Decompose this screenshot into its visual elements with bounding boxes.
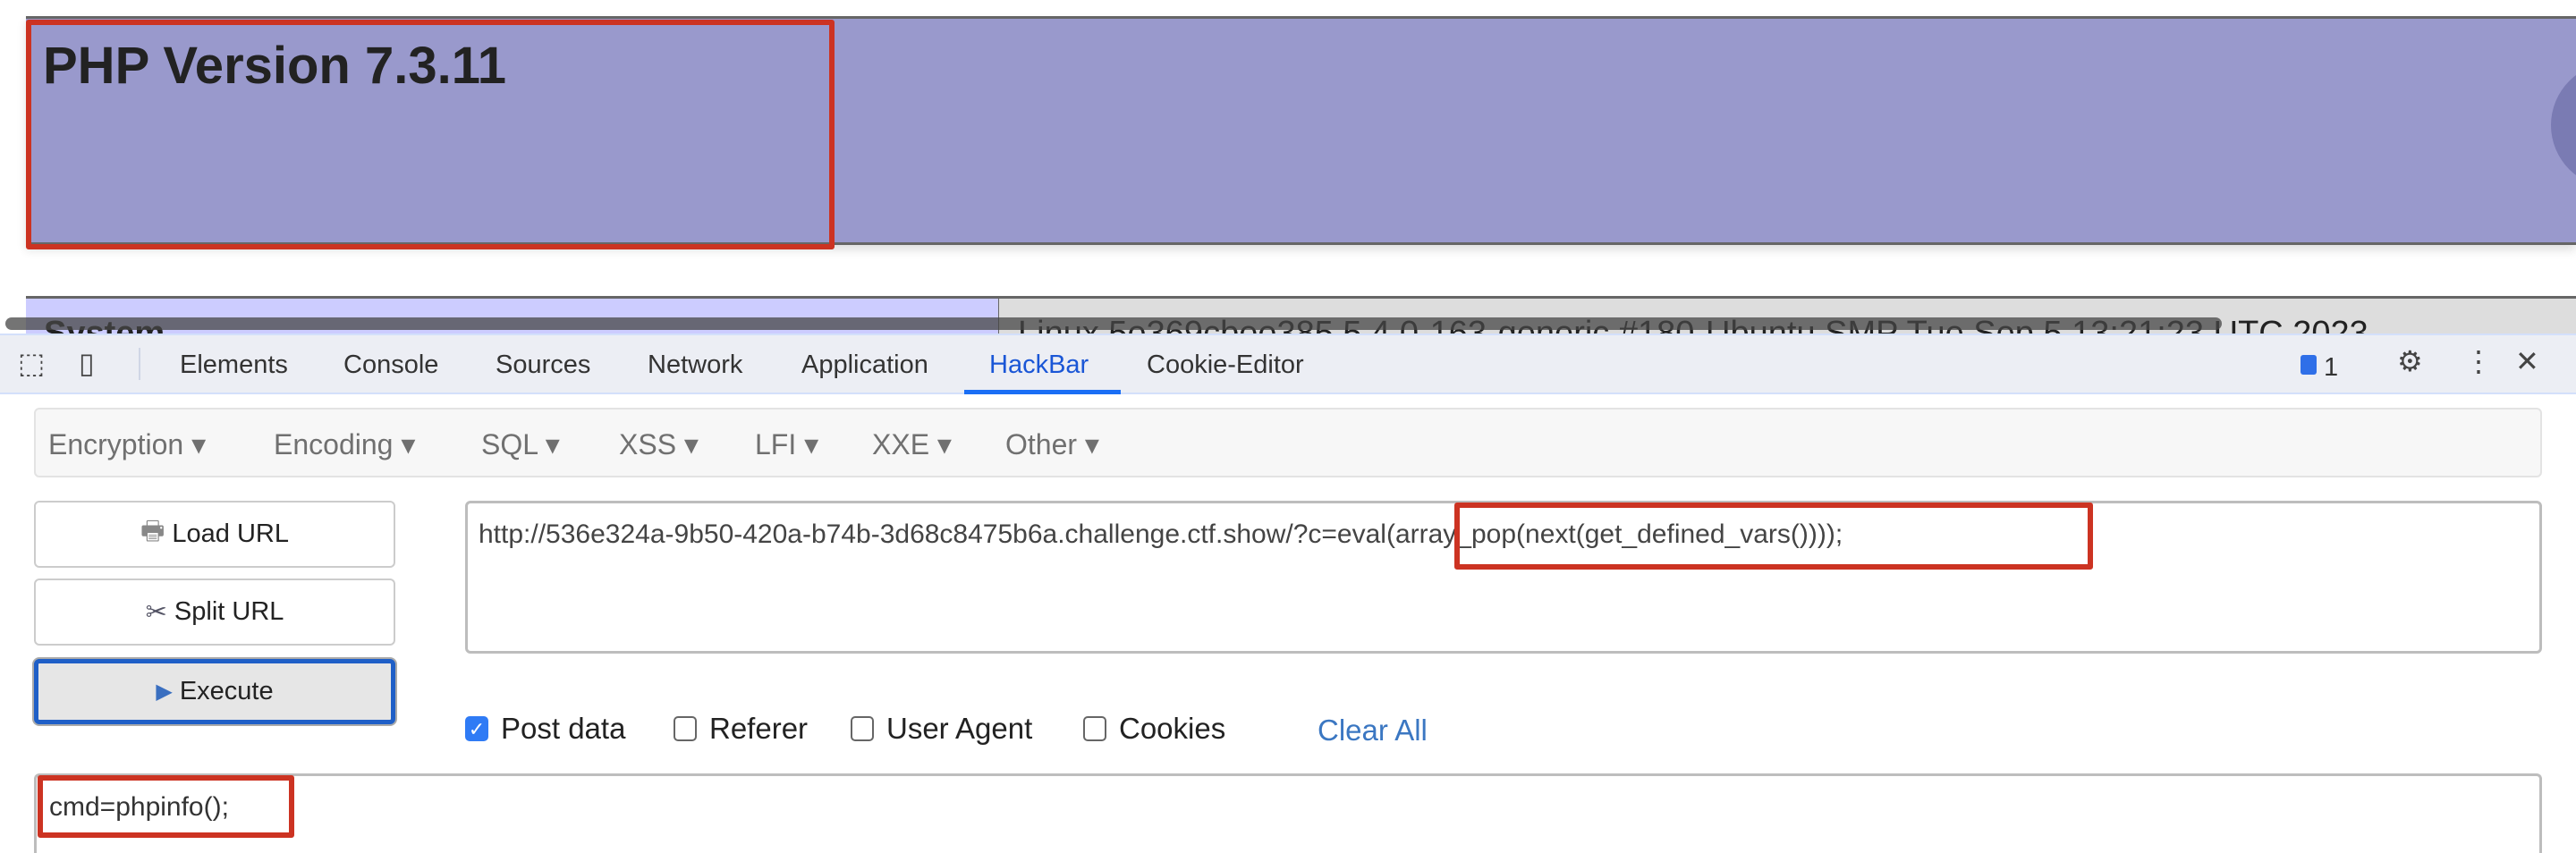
checkbox-icon bbox=[674, 716, 697, 741]
checkbox-label: User Agent bbox=[886, 712, 1033, 745]
play-icon: ▶ bbox=[156, 680, 173, 704]
tab-elements[interactable]: Elements bbox=[180, 350, 288, 380]
split-url-button[interactable]: ✂ Split URL bbox=[34, 579, 395, 646]
post-data-checkbox[interactable]: ✓ Post data bbox=[465, 712, 625, 746]
menu-sql[interactable]: SQL ▾ bbox=[481, 427, 560, 461]
referer-checkbox[interactable]: Referer bbox=[674, 712, 808, 746]
load-url-icon: 🖶 bbox=[140, 517, 165, 545]
menu-xxe[interactable]: XXE ▾ bbox=[872, 427, 952, 461]
horizontal-scrollbar[interactable] bbox=[5, 317, 2222, 330]
tab-sources[interactable]: Sources bbox=[496, 350, 590, 380]
menu-label: Encoding bbox=[274, 428, 394, 460]
checkbox-icon bbox=[851, 716, 874, 741]
inspect-element-icon[interactable]: ⬚ bbox=[18, 346, 45, 380]
devtools-tabbar: ⬚ ▯ Elements Console Sources Network App… bbox=[0, 334, 2576, 394]
menu-encryption[interactable]: Encryption ▾ bbox=[48, 427, 206, 461]
checkbox-label: Referer bbox=[709, 712, 809, 745]
settings-gear-icon[interactable]: ⚙ bbox=[2397, 344, 2423, 378]
cookies-checkbox[interactable]: Cookies bbox=[1083, 712, 1225, 746]
scissors-icon: ✂ bbox=[145, 598, 167, 627]
menu-label: Encryption bbox=[48, 428, 184, 460]
checkbox-label: Post data bbox=[501, 712, 626, 745]
menu-label: XXE bbox=[872, 428, 930, 460]
button-label: Execute bbox=[179, 677, 274, 705]
execute-button[interactable]: ▶ Execute bbox=[34, 659, 395, 724]
devtools-panel: ⬚ ▯ Elements Console Sources Network App… bbox=[0, 334, 2576, 853]
menu-xss[interactable]: XSS ▾ bbox=[619, 427, 699, 461]
user-agent-checkbox[interactable]: User Agent bbox=[851, 712, 1032, 746]
tab-network[interactable]: Network bbox=[648, 350, 742, 380]
checkbox-icon bbox=[1083, 716, 1106, 741]
menu-label: SQL bbox=[481, 428, 538, 460]
menu-label: Other bbox=[1005, 428, 1078, 460]
button-label: Split URL bbox=[174, 597, 284, 626]
tab-hackbar[interactable]: HackBar bbox=[989, 350, 1089, 380]
load-url-button[interactable]: 🖶 Load URL bbox=[34, 501, 395, 568]
tab-application[interactable]: Application bbox=[801, 350, 928, 380]
highlight-box-post bbox=[38, 775, 294, 838]
issues-icon[interactable] bbox=[2301, 355, 2317, 375]
tab-console[interactable]: Console bbox=[343, 350, 438, 380]
active-tab-indicator bbox=[964, 390, 1121, 394]
tab-cookie-editor[interactable]: Cookie-Editor bbox=[1147, 350, 1304, 380]
menu-label: XSS bbox=[619, 428, 677, 460]
menu-lfi[interactable]: LFI ▾ bbox=[755, 427, 818, 461]
device-toolbar-icon[interactable]: ▯ bbox=[79, 346, 95, 380]
clear-all-link[interactable]: Clear All bbox=[1318, 714, 1428, 747]
highlight-box-query bbox=[1454, 503, 2093, 570]
checkbox-label: Cookies bbox=[1119, 712, 1226, 745]
button-label: Load URL bbox=[172, 519, 289, 548]
menu-other[interactable]: Other ▾ bbox=[1005, 427, 1099, 461]
highlight-box-title bbox=[26, 20, 835, 249]
issues-count[interactable]: 1 bbox=[2324, 353, 2338, 383]
hackbar-menubar: Encryption ▾ Encoding ▾ SQL ▾ XSS ▾ LFI … bbox=[34, 408, 2542, 477]
checkbox-checked-icon: ✓ bbox=[465, 716, 488, 741]
menu-encoding[interactable]: Encoding ▾ bbox=[274, 427, 415, 461]
more-options-icon[interactable]: ⋮ bbox=[2464, 344, 2493, 378]
divider bbox=[139, 348, 140, 380]
close-icon[interactable]: ✕ bbox=[2515, 344, 2539, 378]
url-base: http://536e324a-9b50-420a-b74b-3d68c8475… bbox=[479, 519, 1293, 549]
post-data-input[interactable]: cmd=phpinfo(); bbox=[34, 773, 2542, 853]
menu-label: LFI bbox=[755, 428, 797, 460]
